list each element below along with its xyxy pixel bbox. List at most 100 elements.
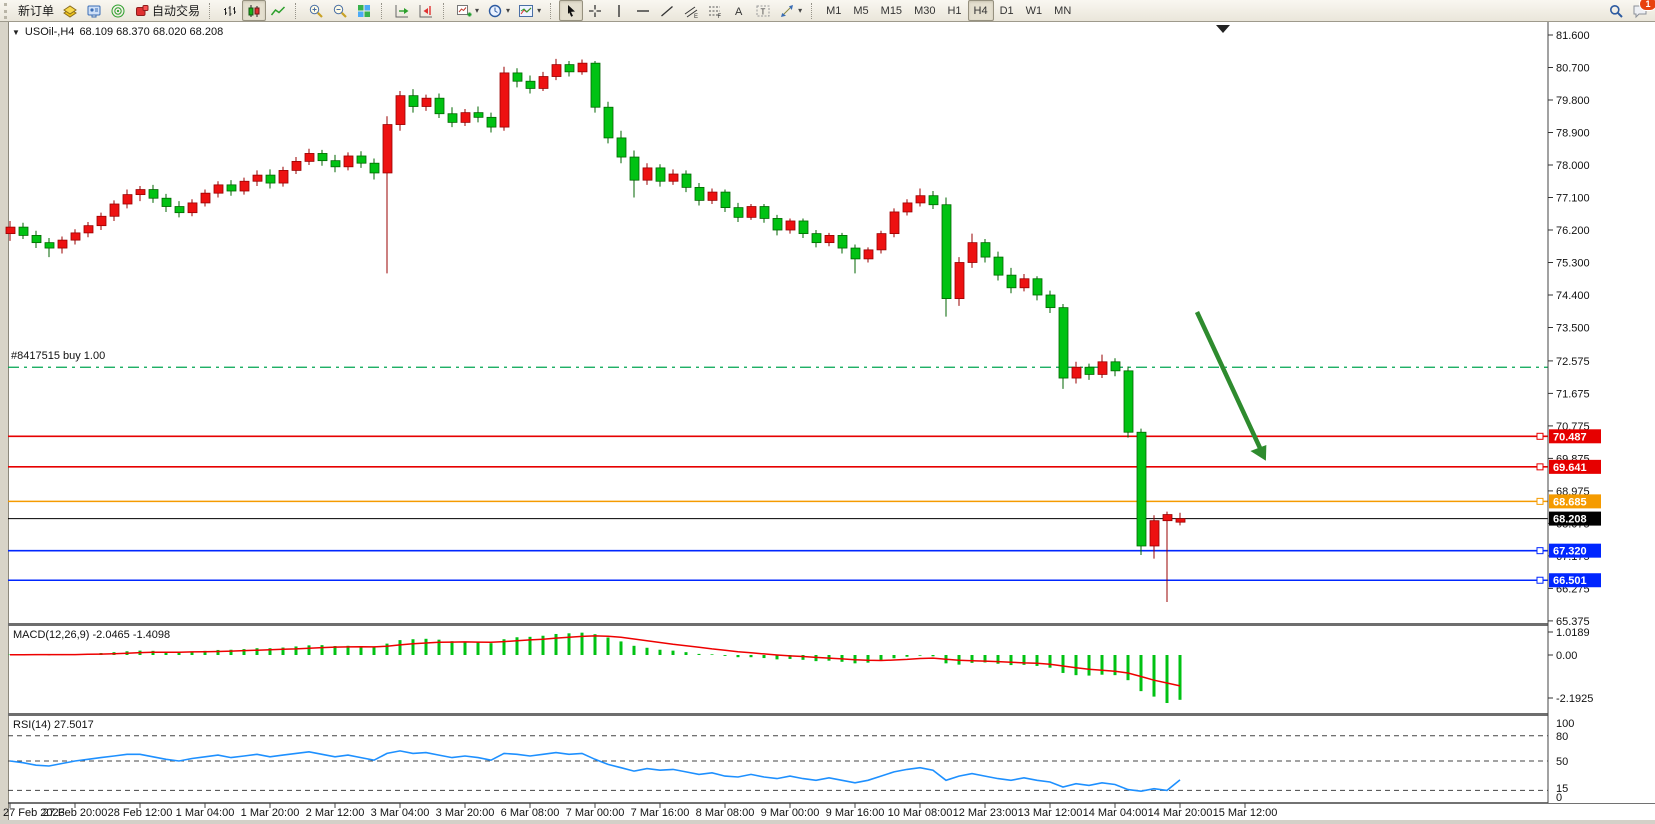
chart-canvas[interactable]: 81.60080.70079.80078.90078.00077.10076.2… bbox=[0, 0, 1655, 824]
line-handle[interactable] bbox=[1537, 577, 1543, 583]
arrows-button[interactable]: ▾ bbox=[775, 0, 806, 21]
candle bbox=[604, 107, 613, 138]
price-tick-label: 77.100 bbox=[1556, 192, 1590, 204]
dropdown-arrow-icon[interactable]: ▾ bbox=[798, 6, 802, 15]
panel-splitter[interactable] bbox=[8, 623, 1655, 626]
price-badge-text: 68.685 bbox=[1553, 496, 1587, 508]
templates-button[interactable]: ▾ bbox=[514, 0, 545, 21]
timeframe-m30-button[interactable]: M30 bbox=[908, 0, 941, 21]
candle bbox=[721, 192, 730, 208]
text-label-button[interactable]: T bbox=[751, 0, 775, 21]
candle bbox=[383, 125, 392, 173]
candle bbox=[123, 195, 132, 204]
date-label: 27 Feb 20:00 bbox=[43, 807, 108, 819]
trading-terminal-window: 新订单自动交易▾▾▾EFAT▾M1M5M15M30H1H4D1W1MN1 81.… bbox=[0, 0, 1655, 824]
line-chart-button[interactable] bbox=[266, 0, 290, 21]
dropdown-arrow-icon[interactable]: ▾ bbox=[475, 6, 479, 15]
price-tick-label: 73.500 bbox=[1556, 322, 1590, 334]
autotrading-red-icon bbox=[134, 3, 150, 19]
chart-title-bar[interactable]: ▼ USOil-,H4 68.109 68.370 68.020 68.208 bbox=[12, 26, 223, 38]
macd-bar bbox=[724, 655, 727, 656]
candle bbox=[370, 163, 379, 173]
macd-bar bbox=[464, 642, 467, 655]
macd-bar bbox=[867, 655, 870, 663]
search-button[interactable] bbox=[1604, 0, 1628, 21]
candle bbox=[422, 98, 431, 106]
dropdown-arrow-icon[interactable]: ▾ bbox=[506, 6, 510, 15]
zoom-in-button[interactable] bbox=[304, 0, 328, 21]
clock-icon bbox=[487, 3, 503, 19]
timeframe-mn-button[interactable]: MN bbox=[1048, 0, 1077, 21]
bars-icon bbox=[222, 3, 238, 19]
macd-indicator-label: MACD(12,26,9) -2.0465 -1.4098 bbox=[13, 629, 170, 641]
macd-bar bbox=[1114, 655, 1117, 675]
date-label: 14 Mar 20:00 bbox=[1148, 807, 1213, 819]
channel-button[interactable]: E bbox=[679, 0, 703, 21]
indicators-button[interactable]: ▾ bbox=[452, 0, 483, 21]
svg-text:T: T bbox=[761, 7, 766, 16]
candle bbox=[97, 216, 106, 225]
fibonacci-button[interactable]: F bbox=[703, 0, 727, 21]
data-window-button[interactable] bbox=[82, 0, 106, 21]
date-label: 1 Mar 04:00 bbox=[176, 807, 235, 819]
auto-scroll-button[interactable] bbox=[390, 0, 414, 21]
candle bbox=[552, 65, 561, 77]
new-order-button[interactable]: 新订单 bbox=[14, 0, 58, 21]
zoom-out-button[interactable] bbox=[328, 0, 352, 21]
line-handle[interactable] bbox=[1537, 548, 1543, 554]
timeframe-m1-button[interactable]: M1 bbox=[820, 0, 847, 21]
line-handle[interactable] bbox=[1537, 433, 1543, 439]
candle bbox=[643, 168, 652, 180]
crosshair-icon bbox=[587, 3, 603, 19]
date-label: 3 Mar 04:00 bbox=[371, 807, 430, 819]
macd-bar bbox=[399, 640, 402, 655]
vertical-line-button[interactable] bbox=[607, 0, 631, 21]
macd-bar bbox=[737, 655, 740, 657]
panel-splitter[interactable] bbox=[8, 713, 1655, 716]
periods-button[interactable]: ▾ bbox=[483, 0, 514, 21]
timeframe-h4-button[interactable]: H4 bbox=[968, 0, 994, 21]
timeframe-w1-button[interactable]: W1 bbox=[1020, 0, 1049, 21]
tile-windows-button[interactable] bbox=[352, 0, 376, 21]
macd-bar bbox=[620, 641, 623, 655]
macd-bar bbox=[321, 645, 324, 655]
autotrading-button-label: 自动交易 bbox=[152, 2, 200, 19]
macd-bar bbox=[516, 637, 519, 655]
line-handle[interactable] bbox=[1537, 498, 1543, 504]
chart-shift-button[interactable] bbox=[414, 0, 438, 21]
indicator-add-icon bbox=[456, 3, 472, 19]
candle bbox=[617, 138, 626, 157]
crosshair-button[interactable] bbox=[583, 0, 607, 21]
timeframe-h1-button[interactable]: H1 bbox=[941, 0, 967, 21]
date-label: 14 Mar 04:00 bbox=[1083, 807, 1148, 819]
candle bbox=[695, 187, 704, 200]
dropdown-arrow-icon[interactable]: ▾ bbox=[537, 6, 541, 15]
timeframe-m15-button[interactable]: M15 bbox=[875, 0, 908, 21]
candle bbox=[240, 181, 249, 191]
bar-chart-button[interactable] bbox=[218, 0, 242, 21]
macd-bar bbox=[360, 646, 363, 655]
yellow-stack-icon bbox=[62, 3, 78, 19]
macd-bar bbox=[633, 646, 636, 655]
autotrading-button[interactable]: 自动交易 bbox=[130, 0, 204, 21]
market-watch-button[interactable] bbox=[58, 0, 82, 21]
timeframe-m5-button[interactable]: M5 bbox=[847, 0, 874, 21]
horizontal-line-button[interactable] bbox=[631, 0, 655, 21]
candlestick-chart-button[interactable] bbox=[242, 0, 266, 21]
navigator-button[interactable] bbox=[106, 0, 130, 21]
timeframe-d1-button[interactable]: D1 bbox=[994, 0, 1020, 21]
chevron-down-icon[interactable]: ▼ bbox=[12, 28, 20, 37]
text-button[interactable]: A bbox=[727, 0, 751, 21]
macd-bar bbox=[1010, 655, 1013, 665]
candle bbox=[487, 117, 496, 127]
line-handle[interactable] bbox=[1537, 464, 1543, 470]
cursor-button[interactable] bbox=[559, 0, 583, 21]
trendline-button[interactable] bbox=[655, 0, 679, 21]
price-axis[interactable]: 81.60080.70079.80078.90078.00077.10076.2… bbox=[1548, 22, 1655, 804]
candle bbox=[461, 113, 470, 123]
macd-bar bbox=[893, 655, 896, 658]
candle bbox=[851, 248, 860, 259]
macd-bar bbox=[555, 634, 558, 655]
zoom-in-icon bbox=[308, 3, 324, 19]
candle bbox=[903, 203, 912, 212]
